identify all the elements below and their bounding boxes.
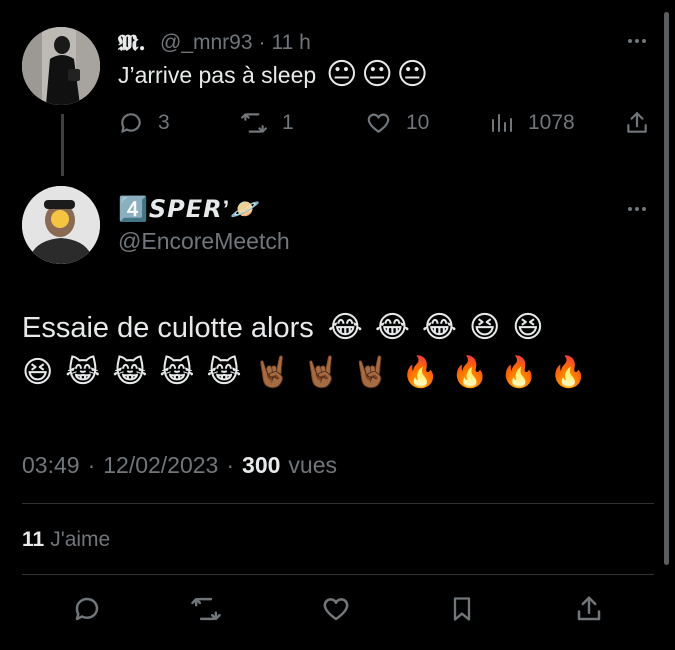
action-retweet-button[interactable]	[190, 594, 222, 624]
reply-time-separator: ·	[258, 31, 266, 54]
neutral-face-emoji: 😐	[326, 58, 358, 91]
horns-sign-emoji: 🤘🏾	[253, 356, 291, 390]
main-text-line-1: Essaie de culotte alors 😂 😂 😂 😆 😆	[22, 308, 652, 348]
divider-bottom	[22, 574, 654, 575]
reply-share-icon[interactable]	[624, 110, 650, 136]
main-more-icon[interactable]	[628, 207, 646, 211]
like-icon	[320, 594, 352, 624]
cat-tears-of-joy-emoji: 😹	[65, 356, 101, 390]
reply-replies-button[interactable]: 3	[118, 110, 170, 136]
likes-summary-count: 11	[22, 528, 45, 551]
tears-of-joy-emoji: 😂	[327, 311, 363, 344]
fire-emoji: 🔥	[450, 356, 489, 390]
likes-summary[interactable]: 11 J'aime	[22, 528, 110, 552]
reply-likes-button[interactable]: 10	[365, 110, 429, 136]
horns-sign-emoji: 🤘🏾	[352, 356, 390, 390]
reply-likes-count: 10	[406, 111, 430, 134]
horns-sign-emoji: 🤘🏾	[302, 356, 341, 390]
grinning-squinting-emoji: 😆	[512, 311, 544, 344]
main-author-avatar[interactable]	[22, 186, 100, 264]
action-reply-button[interactable]	[72, 594, 102, 624]
action-like-button[interactable]	[320, 594, 352, 624]
scrollbar[interactable]	[664, 12, 669, 565]
reply-text: J’arrive pas à sleep	[118, 61, 317, 88]
cat-tears-of-joy-emoji: 😹	[206, 356, 242, 390]
reply-views-count: 1078	[528, 111, 575, 134]
divider-top	[22, 503, 654, 504]
main-text: Essaie de culotte alors	[22, 312, 314, 344]
reply-more-icon[interactable]	[628, 39, 646, 43]
tweet-date[interactable]: 12/02/2023	[103, 452, 218, 479]
views-icon	[490, 110, 514, 136]
likes-summary-label: J'aime	[50, 528, 111, 551]
cat-tears-of-joy-emoji: 😹	[159, 356, 195, 390]
reply-tweet-text: J’arrive pas à sleep 😐 😐 😐	[118, 60, 428, 90]
like-icon	[365, 110, 392, 136]
fire-emoji: 🔥	[549, 356, 588, 390]
share-icon	[574, 594, 604, 624]
fire-emoji: 🔥	[401, 356, 439, 390]
avatar-silhouette-image	[22, 27, 100, 105]
main-author-name[interactable]: 4️⃣𝙎𝙋𝙀𝙍’🪐	[118, 195, 261, 224]
reply-emojis: 😐 😐 😐	[326, 60, 428, 90]
reply-replies-count: 3	[158, 111, 170, 134]
action-bookmark-button[interactable]	[448, 594, 476, 624]
grinning-squinting-emoji: 😆	[22, 356, 54, 390]
tweet-time[interactable]: 03:49	[22, 452, 80, 479]
main-author-handle[interactable]: @EncoreMeetch	[118, 228, 290, 255]
cat-tears-of-joy-emoji: 😹	[112, 356, 148, 390]
main-emojis-line-1: 😂 😂 😂 😆 😆	[328, 313, 544, 343]
reply-timestamp[interactable]: 11 h	[272, 31, 311, 55]
meta-separator: ·	[87, 452, 96, 478]
views-count: 300	[242, 452, 281, 478]
reply-retweets-button[interactable]: 1	[240, 110, 294, 136]
retweet-icon	[240, 110, 268, 136]
fire-emoji: 🔥	[500, 356, 538, 390]
reply-author-handle[interactable]: @_mnr93 · 11 h	[160, 31, 311, 55]
bookmark-icon	[448, 594, 476, 624]
meta-separator: ·	[226, 452, 235, 478]
action-share-button[interactable]	[574, 594, 604, 624]
main-emojis-line-2: 😆 😹 😹 😹 😹 🤘🏾 🤘🏾 🤘🏾 🔥 🔥 🔥 🔥	[22, 358, 587, 388]
reply-handle-text: @_mnr93	[160, 31, 253, 54]
reply-views-button[interactable]: 1078	[490, 110, 575, 136]
reply-icon	[118, 110, 144, 136]
reply-author-name[interactable]: 𝕸.	[118, 30, 146, 56]
grinning-squinting-emoji: 😆	[468, 311, 501, 344]
tweet-meta: 03:49 · 12/02/2023 · 300 vues	[22, 452, 337, 479]
reply-author-avatar[interactable]	[22, 27, 100, 105]
tears-of-joy-emoji: 😂	[421, 311, 457, 344]
views-label: vues	[288, 452, 337, 478]
reply-retweets-count: 1	[282, 111, 294, 134]
avatar-person-image	[22, 186, 100, 264]
thread-connector-line	[61, 114, 64, 176]
reply-icon	[72, 594, 102, 624]
neutral-face-emoji: 😐	[361, 58, 393, 91]
main-tweet-text: Essaie de culotte alors 😂 😂 😂 😆 😆 😆 😹 😹 …	[22, 308, 652, 388]
tears-of-joy-emoji: 😂	[374, 311, 410, 344]
retweet-icon	[190, 594, 222, 624]
neutral-face-emoji: 😐	[396, 58, 428, 91]
